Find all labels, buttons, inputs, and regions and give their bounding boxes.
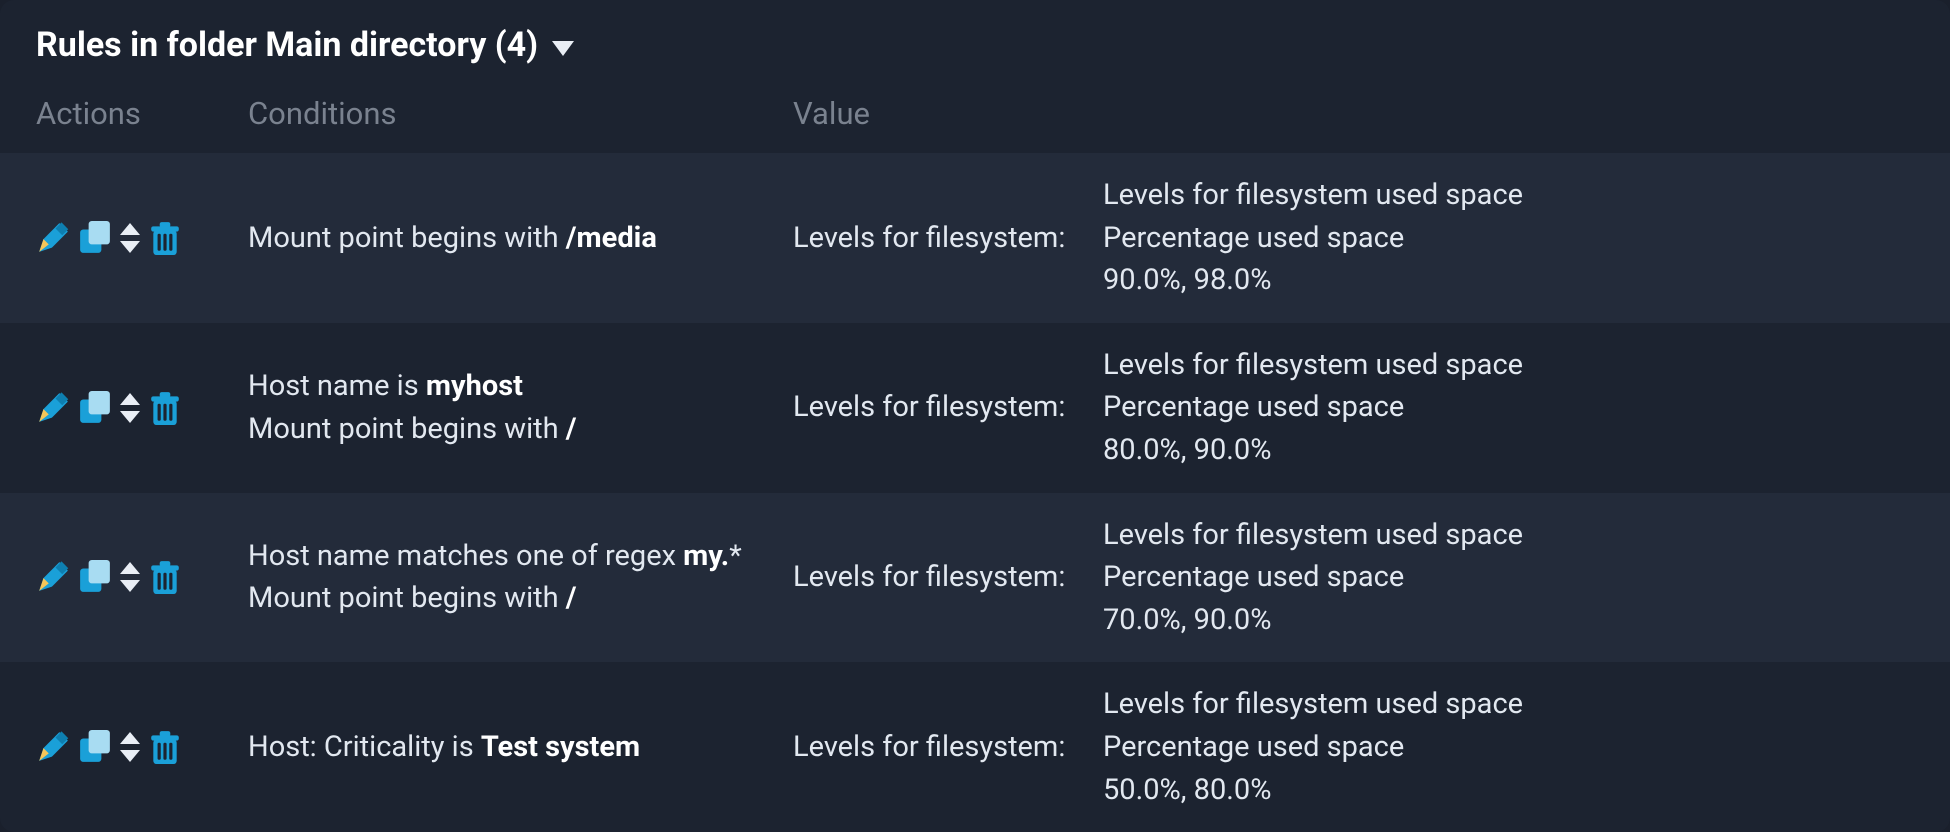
move-down-button[interactable] xyxy=(120,411,140,423)
condition-bold: /media xyxy=(566,221,657,255)
header-actions: Actions xyxy=(36,92,248,135)
delete-button[interactable] xyxy=(148,391,182,425)
value-label: Levels for filesystem: xyxy=(793,387,1103,428)
condition-line: Host: Criticality is Test system xyxy=(248,727,773,768)
condition-bold: myhost xyxy=(426,369,523,403)
move-up-button[interactable] xyxy=(120,732,140,744)
delete-button[interactable] xyxy=(148,560,182,594)
row-actions xyxy=(36,221,248,255)
edit-button[interactable] xyxy=(36,221,70,255)
rule-row: Host name matches one of regex my.*Mount… xyxy=(0,493,1950,663)
panel-title-toggle[interactable]: Rules in folder Main directory (4) xyxy=(0,8,1950,84)
value-line: Levels for filesystem used space xyxy=(1103,684,1914,725)
clone-button[interactable] xyxy=(78,560,112,594)
condition-line: Mount point begins with / xyxy=(248,409,773,450)
condition-prefix: Mount point begins with xyxy=(248,581,566,615)
column-headers: Actions Conditions Value xyxy=(0,84,1950,153)
condition-bold: Test system xyxy=(481,730,640,764)
rule-row: Mount point begins with /media Levels for… xyxy=(0,153,1950,323)
condition-prefix: Host name matches one of regex xyxy=(248,539,683,573)
value-line: Percentage used space xyxy=(1103,387,1914,428)
panel-title: Rules in folder Main directory (4) xyxy=(36,22,538,70)
value-line: 90.0%, 98.0% xyxy=(1103,260,1914,301)
delete-button[interactable] xyxy=(148,221,182,255)
value-line: Percentage used space xyxy=(1103,727,1914,768)
caret-down-icon xyxy=(552,41,574,56)
value-line: Levels for filesystem used space xyxy=(1103,345,1914,386)
move-down-button[interactable] xyxy=(120,750,140,762)
rows-container: Mount point begins with /media Levels for… xyxy=(0,153,1950,832)
value-line: Levels for filesystem used space xyxy=(1103,515,1914,556)
clone-button[interactable] xyxy=(78,391,112,425)
row-actions xyxy=(36,391,248,425)
condition-suffix: * xyxy=(729,539,742,573)
value-line: Percentage used space xyxy=(1103,218,1914,259)
rule-conditions: Host: Criticality is Test system xyxy=(248,727,773,768)
value-line: 80.0%, 90.0% xyxy=(1103,430,1914,471)
clone-button[interactable] xyxy=(78,221,112,255)
value-label: Levels for filesystem: xyxy=(793,557,1103,598)
move-up-button[interactable] xyxy=(120,393,140,405)
header-conditions: Conditions xyxy=(248,92,793,135)
header-value: Value xyxy=(793,92,1103,135)
clone-button[interactable] xyxy=(78,730,112,764)
rule-conditions: Mount point begins with /media xyxy=(248,218,773,259)
rule-conditions: Host name is myhostMount point begins wi… xyxy=(248,366,773,449)
reorder-control xyxy=(120,393,140,423)
move-down-button[interactable] xyxy=(120,580,140,592)
condition-prefix: Host: Criticality is xyxy=(248,730,481,764)
rules-panel: Rules in folder Main directory (4) Actio… xyxy=(0,0,1950,832)
value-label: Levels for filesystem: xyxy=(793,727,1103,768)
rule-conditions: Host name matches one of regex my.*Mount… xyxy=(248,536,773,619)
condition-prefix: Host name is xyxy=(248,369,426,403)
move-up-button[interactable] xyxy=(120,223,140,235)
edit-button[interactable] xyxy=(36,391,70,425)
edit-button[interactable] xyxy=(36,730,70,764)
edit-button[interactable] xyxy=(36,560,70,594)
reorder-control xyxy=(120,223,140,253)
rule-value: Levels for filesystem used spacePercenta… xyxy=(1103,684,1914,810)
value-line: 70.0%, 90.0% xyxy=(1103,600,1914,641)
row-actions xyxy=(36,730,248,764)
move-down-button[interactable] xyxy=(120,241,140,253)
condition-bold: / xyxy=(566,581,577,615)
condition-prefix: Mount point begins with xyxy=(248,221,566,255)
condition-line: Mount point begins with /media xyxy=(248,218,773,259)
reorder-control xyxy=(120,732,140,762)
rule-value: Levels for filesystem used spacePercenta… xyxy=(1103,515,1914,641)
move-up-button[interactable] xyxy=(120,562,140,574)
condition-line: Host name matches one of regex my.* xyxy=(248,536,773,577)
condition-line: Host name is myhost xyxy=(248,366,773,407)
reorder-control xyxy=(120,562,140,592)
condition-bold: my. xyxy=(683,539,729,573)
rule-row: Host: Criticality is Test system Levels f… xyxy=(0,662,1950,832)
condition-prefix: Mount point begins with xyxy=(248,412,566,446)
value-line: 50.0%, 80.0% xyxy=(1103,770,1914,811)
value-line: Percentage used space xyxy=(1103,557,1914,598)
rule-value: Levels for filesystem used spacePercenta… xyxy=(1103,345,1914,471)
condition-bold: / xyxy=(566,412,577,446)
value-line: Levels for filesystem used space xyxy=(1103,175,1914,216)
value-label: Levels for filesystem: xyxy=(793,218,1103,259)
delete-button[interactable] xyxy=(148,730,182,764)
rule-row: Host name is myhostMount point begins wi… xyxy=(0,323,1950,493)
rule-value: Levels for filesystem used spacePercenta… xyxy=(1103,175,1914,301)
condition-line: Mount point begins with / xyxy=(248,578,773,619)
row-actions xyxy=(36,560,248,594)
